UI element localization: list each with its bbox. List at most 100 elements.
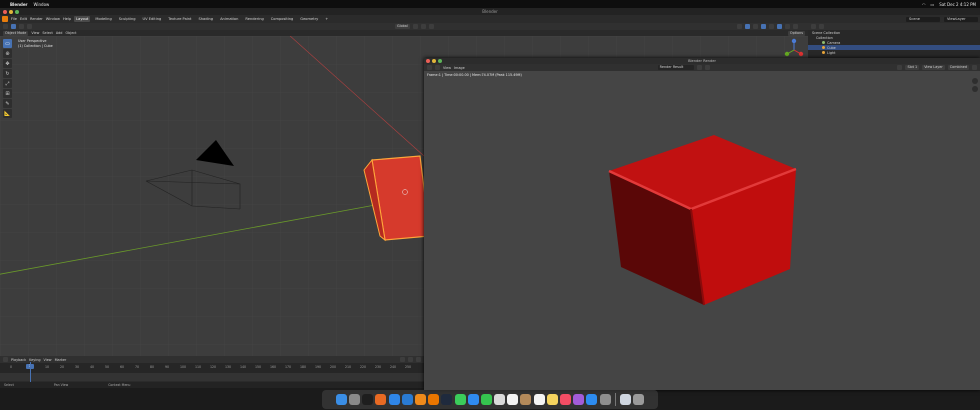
tab-shading[interactable]: Shading — [196, 16, 215, 22]
tab-texture-paint[interactable]: Texture Paint — [166, 16, 193, 22]
overlay-toggle-icon[interactable] — [752, 24, 758, 29]
select-mode-icon[interactable] — [27, 24, 32, 29]
transform-tool-icon[interactable]: ⊞ — [3, 89, 12, 98]
shading-material-icon[interactable] — [784, 24, 790, 29]
xray-icon[interactable] — [760, 24, 766, 29]
pan-icon[interactable] — [972, 86, 978, 92]
rotate-tool-icon[interactable]: ↻ — [3, 69, 12, 78]
image-editor-type-icon[interactable] — [427, 65, 432, 70]
tab-uv-editing[interactable]: UV Editing — [141, 16, 164, 22]
outliner-filter-icon[interactable] — [819, 24, 824, 29]
transform-orientation[interactable]: Global — [395, 24, 410, 29]
menu-object[interactable]: Object — [65, 31, 76, 35]
dock-preview-icon[interactable] — [619, 394, 631, 405]
render-preview[interactable] — [424, 71, 980, 390]
mode-dropdown[interactable]: Object Mode — [3, 30, 29, 36]
blender-logo-icon[interactable] — [2, 16, 8, 22]
cursor-tool-icon[interactable]: ⊕ — [3, 49, 12, 58]
dock-photos-icon[interactable] — [494, 394, 506, 405]
render-zoom-button[interactable] — [438, 59, 442, 63]
timeline-track[interactable] — [0, 373, 424, 381]
render-slot-icon[interactable] — [897, 65, 903, 70]
dock-calendar-icon[interactable] — [507, 394, 519, 405]
menubar-clock[interactable]: Sat Dec 2 4:12 PM — [939, 2, 976, 7]
wifi-icon[interactable]: ◠ — [922, 2, 926, 7]
dock-podcasts-icon[interactable] — [573, 394, 585, 405]
menu-add[interactable]: Add — [56, 31, 63, 35]
dock-app-dark-icon[interactable] — [441, 394, 453, 405]
image-view-mode-icon[interactable] — [435, 65, 440, 70]
shading-wire-icon[interactable] — [768, 24, 774, 29]
add-workspace-button[interactable]: + — [323, 16, 330, 22]
dock-blender-icon[interactable] — [428, 394, 440, 405]
dock-terminal-icon[interactable] — [362, 394, 374, 405]
z-axis-icon[interactable] — [791, 38, 797, 44]
scene-field[interactable]: Scene — [906, 16, 940, 22]
menu-edit[interactable]: Edit — [20, 17, 27, 21]
minimize-button[interactable] — [9, 9, 13, 14]
zoom-icon[interactable] — [972, 78, 978, 84]
menu-keying[interactable]: Keying — [29, 358, 40, 362]
select-box-icon[interactable] — [11, 24, 16, 29]
dock-contacts-icon[interactable] — [520, 394, 532, 405]
y-axis-icon[interactable] — [784, 51, 790, 57]
render-close-button[interactable] — [426, 59, 430, 63]
options-dropdown[interactable]: Options — [787, 30, 805, 36]
menu-playback[interactable]: Playback — [11, 358, 26, 362]
move-tool-icon[interactable]: ✥ — [3, 59, 12, 68]
select-mode-icon[interactable] — [19, 24, 24, 29]
image-pin-icon[interactable] — [696, 65, 702, 70]
tab-compositing[interactable]: Compositing — [269, 16, 296, 22]
dock-settings-icon[interactable] — [599, 394, 611, 405]
close-button[interactable] — [3, 9, 7, 14]
annotate-tool-icon[interactable]: ✎ — [3, 99, 12, 108]
menu-help[interactable]: Help — [63, 17, 71, 21]
menu-marker[interactable]: Marker — [55, 358, 67, 362]
render-menu-view[interactable]: View — [443, 66, 451, 70]
editor-type-icon[interactable] — [3, 24, 8, 29]
dock-notes-icon[interactable] — [546, 394, 558, 405]
dock-mail-icon[interactable] — [467, 394, 479, 405]
menubar-window[interactable]: Window — [34, 2, 50, 7]
jump-start-icon[interactable] — [400, 357, 405, 362]
gizmo-toggle-icon[interactable] — [744, 24, 750, 29]
menu-file[interactable]: File — [11, 17, 17, 21]
tab-modeling[interactable]: Modeling — [93, 16, 113, 22]
render-result-field[interactable]: Render Result — [657, 65, 694, 70]
menu-render[interactable]: Render — [30, 17, 43, 21]
display-channels-icon[interactable] — [972, 65, 977, 70]
tab-layout[interactable]: Layout — [74, 16, 91, 22]
play-icon[interactable] — [408, 357, 413, 362]
menu-select[interactable]: Select — [42, 31, 52, 35]
dock-finder-icon[interactable] — [335, 394, 347, 405]
dock-sublime-icon[interactable] — [414, 394, 426, 405]
dock-firefox-icon[interactable] — [375, 394, 387, 405]
tab-geometry[interactable]: Geometry — [298, 16, 320, 22]
viewlayer-field[interactable]: ViewLayer — [944, 16, 978, 22]
navigation-gizmo[interactable] — [782, 38, 806, 60]
render-menu-image[interactable]: Image — [454, 66, 465, 70]
scale-tool-icon[interactable]: ⤢ — [3, 79, 12, 88]
tab-sculpting[interactable]: Sculpting — [117, 16, 138, 22]
menubar-app-name[interactable]: Blender — [10, 2, 28, 7]
dock-music-icon[interactable] — [560, 394, 572, 405]
render-slot-dropdown[interactable]: Slot 1 — [905, 65, 920, 70]
view-layer-dropdown[interactable]: View Layer — [922, 65, 945, 70]
shading-solid-icon[interactable] — [776, 24, 782, 29]
dock-launchpad-icon[interactable] — [349, 394, 361, 405]
select-tool-icon[interactable]: ▭ — [3, 39, 12, 48]
image-new-icon[interactable] — [704, 65, 710, 70]
tab-animation[interactable]: Animation — [218, 16, 240, 22]
dock-trash-icon[interactable] — [633, 394, 645, 405]
timeline-type-icon[interactable] — [3, 357, 8, 362]
render-minimize-button[interactable] — [432, 59, 436, 63]
outliner-type-icon[interactable] — [811, 24, 816, 29]
snap-icon[interactable] — [420, 24, 426, 29]
render-pass-dropdown[interactable]: Combined — [947, 65, 969, 70]
dock-safari-icon[interactable] — [388, 394, 400, 405]
shading-rendered-icon[interactable] — [792, 24, 798, 29]
zoom-button[interactable] — [15, 9, 19, 14]
pivot-icon[interactable] — [412, 24, 418, 29]
dock-appstore-icon[interactable] — [586, 394, 598, 405]
x-axis-icon[interactable] — [798, 51, 804, 57]
